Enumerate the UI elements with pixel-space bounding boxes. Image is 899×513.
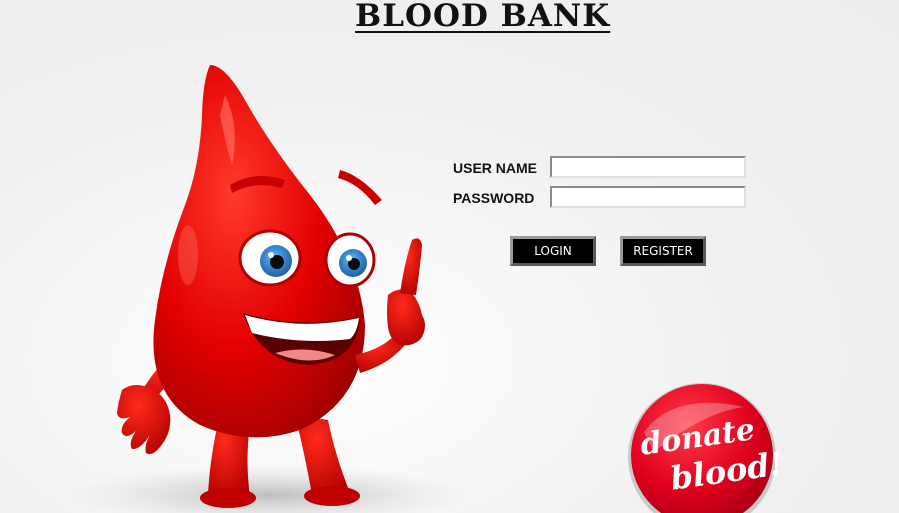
blood-drop-mascot xyxy=(70,65,460,513)
login-window: BLOOD BANK USER NAME PASSWORD LOGIN REGI… xyxy=(0,0,899,513)
login-button[interactable]: LOGIN xyxy=(510,236,596,266)
password-input[interactable] xyxy=(550,186,746,208)
register-button[interactable]: REGISTER xyxy=(620,236,706,266)
username-input[interactable] xyxy=(550,156,746,178)
password-label: PASSWORD xyxy=(453,190,535,206)
username-label: USER NAME xyxy=(453,160,538,176)
page-title: BLOOD BANK xyxy=(355,0,611,34)
